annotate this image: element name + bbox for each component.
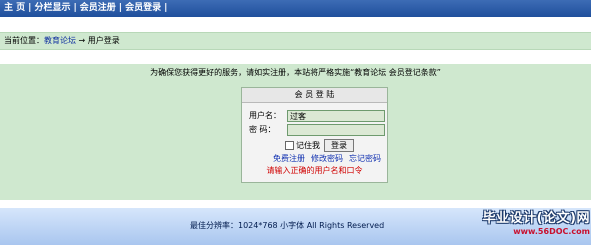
login-error-message: 请输入正确的用户名和口令 (266, 166, 363, 175)
nav-home[interactable]: 主 页 (4, 3, 25, 13)
free-register-link[interactable]: 免费注册 (273, 154, 305, 163)
breadcrumb-arrow: → (78, 36, 86, 45)
login-links: 免费注册 修改密码 忘记密码 (273, 153, 387, 164)
notice-text: 为确保您获得更好的服务，请如实注册，本站将严格实施“教育论坛 会员登记条款” (150, 68, 441, 77)
password-row: 密 码： (249, 124, 385, 136)
remember-row: 记住我 登录 (285, 139, 354, 152)
login-button[interactable]: 登录 (324, 139, 354, 152)
nav-login[interactable]: 会员登录 (125, 3, 161, 13)
username-row: 用户名： (249, 110, 385, 122)
password-input[interactable] (287, 124, 385, 136)
watermark-logo: 毕业设计(论文)网 www.56DOC.com (470, 207, 590, 242)
nav-separator: | (73, 3, 77, 13)
registration-notice: 为确保您获得更好的服务，请如实注册，本站将严格实施“教育论坛 会员登记条款” (0, 64, 591, 82)
username-input[interactable] (287, 110, 385, 122)
login-title: 会 员 登 陆 (242, 88, 387, 103)
remember-label: 记住我 (296, 141, 320, 150)
forgot-password-link[interactable]: 忘记密码 (349, 154, 381, 163)
nav-separator-trailing: | (164, 3, 168, 13)
breadcrumb-bar: 当前位置：教育论坛 → 用户登录 (0, 32, 591, 50)
watermark-title: 毕业设计(论文)网 (482, 211, 590, 226)
change-password-link[interactable]: 修改密码 (311, 154, 343, 163)
watermark-url: www.56DOC.com (513, 227, 590, 236)
top-nav-bar: 主 页 | 分栏显示 | 会员注册 | 会员登录 | (0, 0, 591, 17)
breadcrumb: 当前位置：教育论坛 → 用户登录 (0, 33, 591, 49)
remember-checkbox[interactable] (285, 141, 294, 150)
nav-register[interactable]: 会员注册 (80, 3, 116, 13)
nav-column-view[interactable]: 分栏显示 (34, 3, 70, 13)
login-box: 会 员 登 陆 用户名： 密 码： 记住我登录 免费注册修改密码忘记密码 请输入… (241, 87, 388, 183)
username-label: 用户名： (249, 111, 281, 120)
breadcrumb-forum-link[interactable]: 教育论坛 (44, 36, 76, 45)
password-label: 密 码： (249, 125, 276, 134)
top-nav: 主 页 | 分栏显示 | 会员注册 | 会员登录 | (0, 0, 170, 17)
nav-separator: | (118, 3, 123, 13)
breadcrumb-prefix: 当前位置： (4, 36, 44, 45)
footer-text: 最佳分辨率：1024*768 小字体 All Rights Reserved (190, 221, 385, 230)
breadcrumb-current: 用户登录 (87, 36, 120, 45)
